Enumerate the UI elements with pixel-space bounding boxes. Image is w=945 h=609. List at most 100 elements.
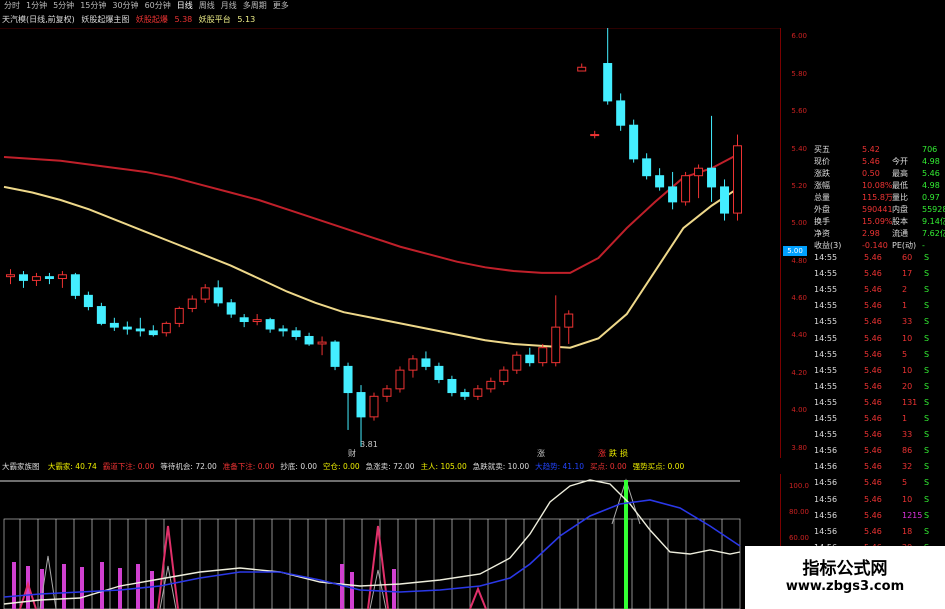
candle [590,130,600,139]
quote-cell: 买五 [814,145,830,154]
indicator-value: 买点: 0.00 [590,462,627,471]
trade-cell: S [924,414,930,423]
current-price-marker: 5.00 [783,246,807,256]
indicator-value: 急涨卖: 72.00 [365,462,415,471]
candle [551,295,561,367]
trade-cell: 10 [902,333,913,343]
trade-cell: 14:55 [814,269,838,279]
quote-cell: -0.140 [862,241,888,250]
price-tick: 5.60 [791,107,807,116]
quote-cell: 量比 [892,193,908,202]
quote-cell: 收益(3) [814,241,842,250]
quote-row: 总量 115.8万 量比 0.97 [812,192,945,204]
trade-cell: 33 [902,430,913,440]
event-mark-3: 涨 [598,448,606,458]
indicator-name[interactable]: 妖股起爆主图 [81,15,129,24]
trade-row: 14:56 5.46 86 S [812,445,945,457]
vertical-grid-lines [19,519,723,609]
candle [278,325,288,337]
candle [70,272,80,300]
trade-cell: 14:56 [814,462,838,472]
indicator-value: 大趋势: 41.10 [535,462,584,471]
candle [473,385,483,401]
trade-row: 14:55 5.46 1 S [812,300,945,312]
quote-cell: 7.62亿 [922,229,945,238]
trade-cell: 86 [902,446,913,456]
trade-cell: S [924,430,930,440]
candle [733,134,743,221]
indicator-box [3,518,741,609]
quote-cell: 5.46 [862,157,880,166]
trade-cell: S [924,269,930,279]
trade-cell: S [924,349,930,359]
tab-9[interactable]: 多周期 [243,0,267,12]
indicator-value: 空仓: 0.00 [323,462,360,471]
trade-cell: 33 [902,317,913,327]
trade-cell: 5.46 [864,478,882,488]
trade-cell: 14:55 [814,317,838,327]
candle [395,366,405,393]
trade-cell: 20 [902,381,913,391]
candle [109,317,119,331]
trade-cell: S [924,462,930,472]
tab-8[interactable]: 月线 [221,0,237,12]
tab-5[interactable]: 60分钟 [145,0,171,12]
quote-cell: PE(动) [892,241,917,250]
tab-1[interactable]: 1分钟 [26,0,47,12]
candle [616,93,626,131]
trade-cell: 14:56 [814,446,838,456]
tab-7[interactable]: 周线 [199,0,215,12]
candlestick-chart[interactable]: 3.81 财 涨 涨 跌 损 [0,28,780,458]
quote-row: 收益(3) -0.140 PE(动) - [812,240,945,252]
price-tick: 4.20 [791,368,807,377]
quote-panel: 买五 5.42 706 现价 5.46 今开 4.98 涨跌 0.50 最高 5.46 涨幅 10.08… [812,140,945,609]
trade-row: 14:55 5.46 60 S [812,252,945,264]
trade-cell: S [924,397,930,407]
trade-row: 14:55 5.46 2 S [812,284,945,296]
tab-10[interactable]: 更多 [273,0,289,12]
tab-0[interactable]: 分时 [4,0,20,12]
indicator-value: 急跌就卖: 10.00 [472,462,530,471]
price-tick: 4.00 [791,406,807,415]
quote-row: 现价 5.46 今开 4.98 [812,156,945,168]
indicator-chart[interactable] [0,474,780,609]
indicator-tick: 80.00 [788,508,809,516]
quote-cell: 9.14亿 [922,217,945,226]
trade-cell: 5.46 [864,397,882,407]
indicator-tick: 100.0 [788,482,809,490]
indicator-title[interactable]: 大霸家族图 [2,462,40,471]
trade-cell: 17 [902,269,913,279]
quote-cell: 最高 [892,169,908,178]
trade-cell: 5 [902,478,908,488]
trade-cell: 5.46 [864,526,882,536]
trade-row: 14:56 5.46 5 S [812,477,945,489]
candle [382,385,392,402]
quote-cell: 0.97 [922,193,940,202]
trade-cell: 14:55 [814,253,838,262]
indicator-value: 等待机会: 72.00 [160,462,217,471]
trade-cell: 14:55 [814,285,838,295]
trade-cell: 131 [902,397,918,407]
quote-cell: 559284 [922,205,945,214]
tab-6[interactable]: 日线 [177,0,193,12]
quote-cell: 706 [922,145,938,154]
indicator-value: 准备下注: 0.00 [222,462,275,471]
candle [681,171,691,206]
trade-cell: 18 [902,526,913,536]
event-mark-2: 涨 [537,448,545,458]
candle [499,366,509,386]
price-tick: 5.00 [791,219,807,228]
candle [447,375,457,397]
magenta-bars [12,562,396,609]
quote-cell: 现价 [814,157,830,166]
candle [434,362,444,384]
candle [707,115,717,202]
tab-3[interactable]: 15分钟 [80,0,106,12]
tab-2[interactable]: 5分钟 [53,0,74,12]
trade-cell: S [924,478,930,488]
tab-4[interactable]: 30分钟 [112,0,138,12]
trade-cell: 14:56 [814,494,838,504]
quote-cell: - [922,241,925,250]
trade-cell: 5.46 [864,349,882,359]
watermark-title: 指标公式网 [802,559,888,579]
